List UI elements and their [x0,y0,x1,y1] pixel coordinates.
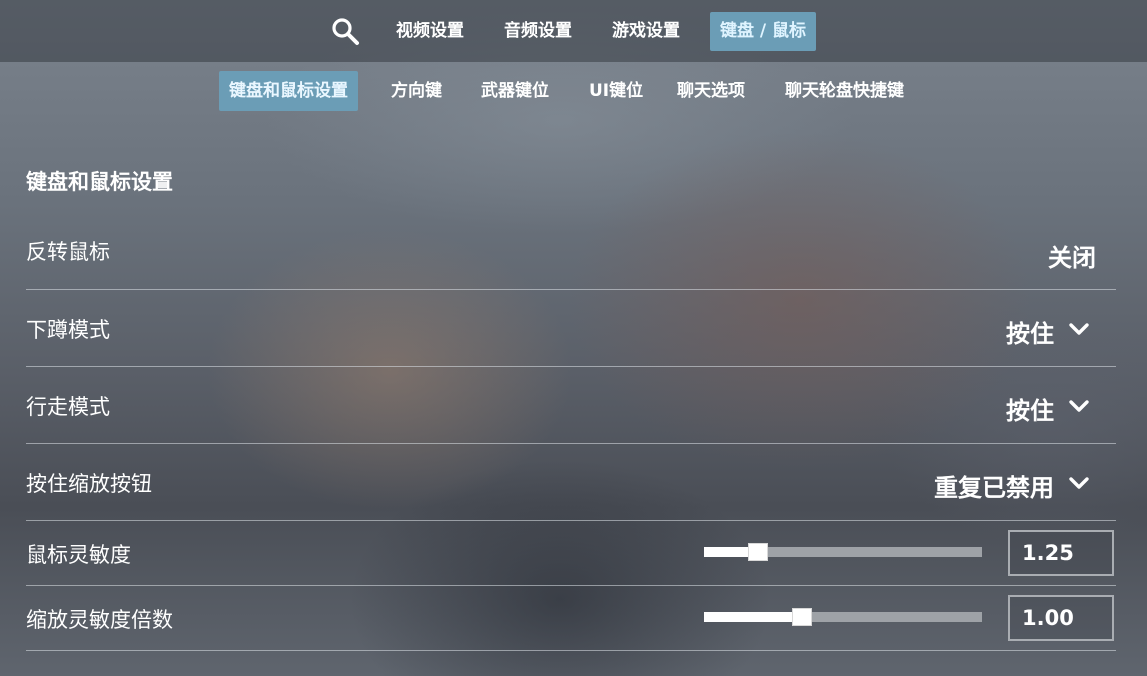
setting-label: 反转鼠标 [26,240,110,264]
tab-keyboard-mouse[interactable]: 键盘 / 鼠标 [710,12,817,51]
subtab-chat-options[interactable]: 聊天选项 [667,71,755,111]
hold-zoom-dropdown[interactable]: 重复已禁用 [934,468,1054,503]
chevron-down-icon[interactable] [1068,476,1090,490]
setting-row-walk-mode: 行走模式 按住 [26,367,1116,444]
subtab-ui-keys[interactable]: UI键位 [579,71,653,111]
section-title: 键盘和鼠标设置 [26,170,173,194]
slider-handle[interactable] [792,608,812,626]
zoom-sensitivity-slider[interactable] [704,608,982,626]
crouch-mode-dropdown[interactable]: 按住 [1006,314,1054,349]
setting-label: 鼠标灵敏度 [26,543,131,567]
mouse-sensitivity-input[interactable] [1008,530,1114,576]
setting-row-mouse-sensitivity: 鼠标灵敏度 [26,521,1116,586]
setting-label: 行走模式 [26,395,110,419]
slider-handle[interactable] [748,543,768,561]
subtab-chat-wheel-shortcuts[interactable]: 聊天轮盘快捷键 [775,71,914,111]
setting-row-crouch-mode: 下蹲模式 按住 [26,290,1116,367]
subtab-weapon-keys[interactable]: 武器键位 [471,71,559,111]
walk-mode-dropdown[interactable]: 按住 [1006,391,1054,426]
tab-audio-settings[interactable]: 音频设置 [494,12,582,51]
tab-video-settings[interactable]: 视频设置 [386,12,474,51]
chevron-down-icon[interactable] [1068,322,1090,336]
mouse-sensitivity-slider[interactable] [704,543,982,561]
setting-label: 按住缩放按钮 [26,472,152,496]
search-icon[interactable] [330,16,360,46]
setting-row-zoom-sensitivity: 缩放灵敏度倍数 [26,586,1116,651]
slider-fill [704,612,802,622]
tab-game-settings[interactable]: 游戏设置 [602,12,690,51]
zoom-sensitivity-input[interactable] [1008,595,1114,641]
setting-label: 下蹲模式 [26,318,110,342]
subtab-keyboard-mouse-settings[interactable]: 键盘和鼠标设置 [219,71,358,111]
chevron-down-icon[interactable] [1068,399,1090,413]
setting-row-hold-zoom: 按住缩放按钮 重复已禁用 [26,444,1116,521]
setting-label: 缩放灵敏度倍数 [26,608,173,632]
subtab-movement-keys[interactable]: 方向键 [381,71,452,111]
setting-row-invert-mouse: 反转鼠标 关闭 [26,226,1116,290]
invert-mouse-toggle[interactable]: 关闭 [1048,238,1096,273]
